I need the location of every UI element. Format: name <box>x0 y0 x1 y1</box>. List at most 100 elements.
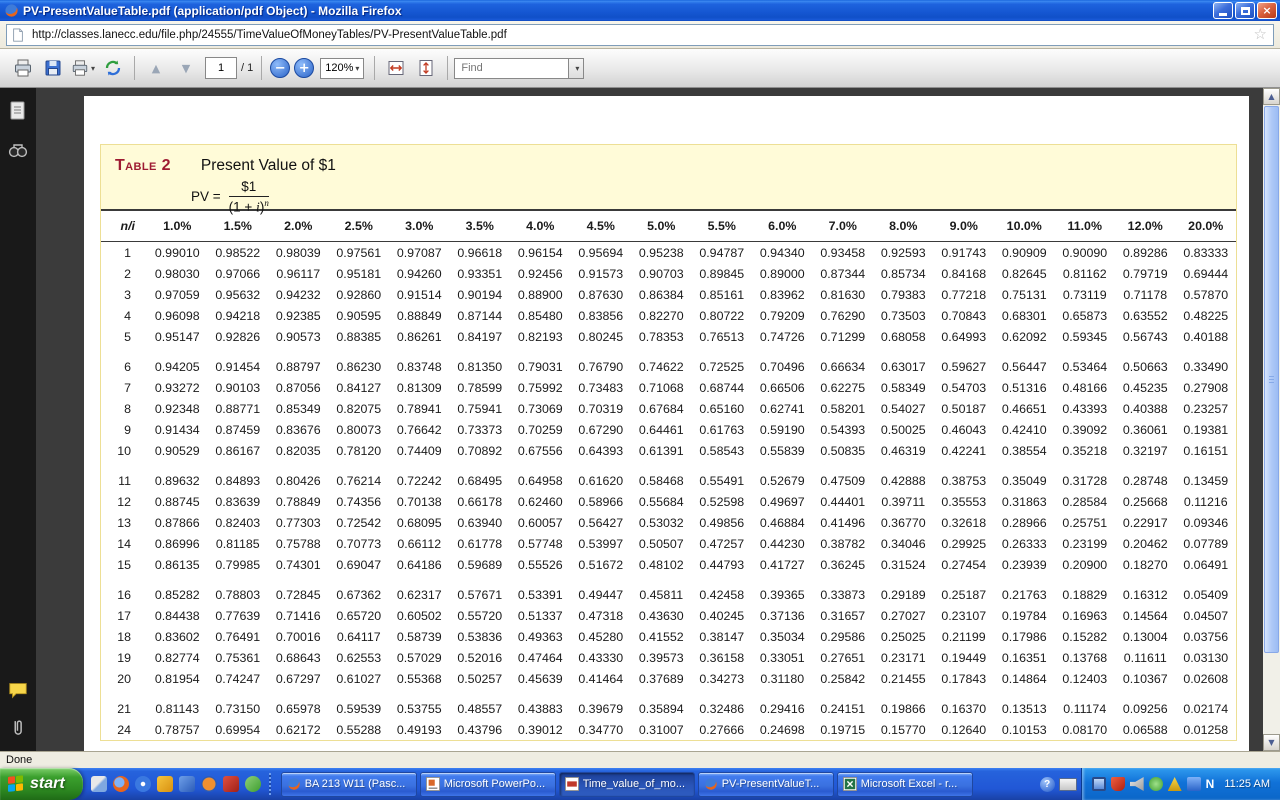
minimize-button[interactable] <box>1213 2 1233 19</box>
rate-column-header: 10.0% <box>994 210 1055 242</box>
pv-factor-cell: 0.94232 <box>268 284 329 305</box>
taskbar-button-excel[interactable]: Microsoft Excel - r... <box>837 772 973 797</box>
pv-factor-cell: 0.69047 <box>329 554 390 575</box>
pv-factor-cell: 0.81143 <box>147 698 208 719</box>
next-page-button[interactable]: ▼ <box>172 53 200 83</box>
pv-factor-cell: 0.82403 <box>208 512 269 533</box>
pv-factor-cell: 0.31524 <box>873 554 934 575</box>
pv-factor-cell: 0.97066 <box>208 263 269 284</box>
volume-icon[interactable] <box>1130 777 1144 791</box>
pv-factor-cell: 0.15770 <box>873 719 934 740</box>
pv-factor-cell: 0.59190 <box>752 419 813 440</box>
novell-icon[interactable]: N <box>1206 777 1215 791</box>
save-button[interactable] <box>39 53 67 83</box>
table-row: 140.869960.811850.757880.707730.661120.6… <box>101 533 1236 554</box>
show-desktop-icon[interactable] <box>91 776 107 792</box>
pv-factor-cell: 0.56447 <box>994 356 1055 377</box>
period-cell: 15 <box>101 554 147 575</box>
display-settings-icon[interactable] <box>1092 777 1106 791</box>
collaborate-button[interactable] <box>99 53 127 83</box>
alert-icon[interactable] <box>1168 777 1182 791</box>
fit-page-button[interactable] <box>412 53 440 83</box>
security-shield-icon[interactable] <box>1111 777 1125 791</box>
quicklaunch-outlook-icon[interactable] <box>157 776 173 792</box>
pv-factor-cell: 0.80073 <box>329 419 390 440</box>
quicklaunch-media-player-icon[interactable] <box>201 776 217 792</box>
pv-factor-cell: 0.53997 <box>571 533 632 554</box>
table-row: 30.970590.956320.942320.928600.915140.90… <box>101 284 1236 305</box>
scroll-up-button[interactable]: ▲ <box>1263 88 1280 105</box>
quicklaunch-messenger-icon[interactable] <box>245 776 261 792</box>
url-input[interactable] <box>30 28 1252 42</box>
taskbar-button-timevalue[interactable]: Time_value_of_mo... <box>559 772 695 797</box>
pv-factor-cell: 0.87630 <box>571 284 632 305</box>
zoom-in-button[interactable]: + <box>294 58 314 78</box>
network-icon[interactable] <box>1187 777 1201 791</box>
comments-panel-button[interactable] <box>5 677 31 703</box>
pv-factor-cell: 0.55839 <box>752 440 813 461</box>
quicklaunch-word-icon[interactable] <box>179 776 195 792</box>
pv-factor-cell: 0.27908 <box>1176 377 1237 398</box>
pv-factor-cell: 0.23257 <box>1176 398 1237 419</box>
pv-factor-cell: 0.61778 <box>450 533 511 554</box>
pv-factor-cell: 0.70843 <box>934 305 995 326</box>
pv-factor-cell: 0.57671 <box>450 584 511 605</box>
pv-factor-cell: 0.49447 <box>571 584 632 605</box>
status-text: Done <box>6 754 32 766</box>
pv-factor-cell: 0.62460 <box>510 491 571 512</box>
pv-factor-cell: 0.67290 <box>571 419 632 440</box>
scrollbar-thumb[interactable] <box>1264 106 1279 653</box>
pv-factor-cell: 0.81954 <box>147 668 208 689</box>
pv-factor-cell: 0.14864 <box>994 668 1055 689</box>
pv-factor-cell: 0.88745 <box>147 491 208 512</box>
pv-factor-cell: 0.58201 <box>813 398 874 419</box>
close-button[interactable]: × <box>1257 2 1277 19</box>
scrollbar-track[interactable] <box>1263 105 1280 734</box>
taskbar-button-powerpoint[interactable]: Microsoft PowerPo... <box>420 772 556 797</box>
pv-factor-cell: 0.76642 <box>389 419 450 440</box>
browser-window: PV-PresentValueTable.pdf (application/pd… <box>0 0 1280 800</box>
pv-factor-cell: 0.45280 <box>571 626 632 647</box>
pv-factor-cell: 0.42458 <box>692 584 753 605</box>
scroll-down-button[interactable]: ▼ <box>1263 734 1280 751</box>
print-options-dropdown-button[interactable]: ▾ <box>69 53 97 83</box>
search-panel-button[interactable] <box>5 138 31 164</box>
previous-page-button[interactable]: ▲ <box>142 53 170 83</box>
pages-panel-button[interactable] <box>5 98 31 124</box>
help-icon[interactable]: ? <box>1040 777 1055 792</box>
rate-column-header: 9.0% <box>934 210 995 242</box>
pv-factor-cell: 0.72845 <box>268 584 329 605</box>
keyboard-icon[interactable] <box>1059 778 1077 791</box>
pv-factor-cell: 0.41552 <box>631 626 692 647</box>
pv-factor-cell: 0.90573 <box>268 326 329 347</box>
pv-factor-cell: 0.62172 <box>268 719 329 740</box>
quicklaunch-firefox-icon[interactable] <box>113 776 129 792</box>
bookmark-star-icon[interactable]: ☆ <box>1252 27 1269 42</box>
find-input[interactable] <box>459 61 564 75</box>
pv-factor-cell: 0.91573 <box>571 263 632 284</box>
quicklaunch-acrobat-icon[interactable] <box>223 776 239 792</box>
quicklaunch-internet-explorer-icon[interactable] <box>135 776 151 792</box>
start-button[interactable]: start <box>0 768 83 800</box>
taskbar-button-pv-pdf[interactable]: PV-PresentValueT... <box>698 772 834 797</box>
pv-factor-cell: 0.33051 <box>752 647 813 668</box>
pv-factor-cell: 0.02608 <box>1176 668 1237 689</box>
messenger-status-icon[interactable] <box>1149 777 1163 791</box>
pv-factor-cell: 0.47464 <box>510 647 571 668</box>
attachments-panel-button[interactable] <box>5 715 31 741</box>
pv-factor-cell: 0.28584 <box>1055 491 1116 512</box>
period-cell: 14 <box>101 533 147 554</box>
print-button[interactable] <box>9 53 37 83</box>
maximize-button[interactable] <box>1235 2 1255 19</box>
pv-factor-cell: 0.58468 <box>631 470 692 491</box>
pv-factor-cell: 0.37136 <box>752 605 813 626</box>
page-number-input[interactable] <box>205 57 237 79</box>
pv-factor-cell: 0.50835 <box>813 440 874 461</box>
taskbar-button-ba213[interactable]: BA 213 W11 (Pasc... <box>281 772 417 797</box>
zoom-out-button[interactable]: − <box>270 58 290 78</box>
pv-factor-cell: 0.63017 <box>873 356 934 377</box>
pv-factor-cell: 0.11174 <box>1055 698 1116 719</box>
fit-width-button[interactable] <box>382 53 410 83</box>
find-dropdown-button[interactable]: ▾ <box>569 58 584 79</box>
zoom-level-dropdown[interactable]: 120% ▾ <box>320 58 364 79</box>
